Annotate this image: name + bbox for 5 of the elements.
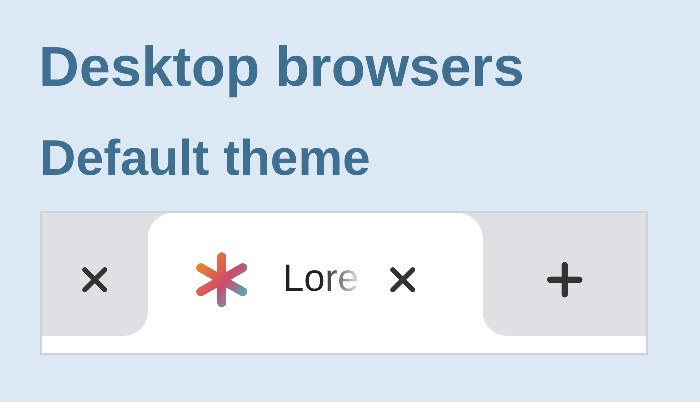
tab[interactable]: Lore — [148, 213, 483, 336]
section-heading: Default theme — [40, 130, 372, 186]
page-heading: Desktop browsers — [39, 37, 526, 97]
tab[interactable] — [42, 213, 148, 336]
asterisk-icon — [195, 252, 249, 308]
